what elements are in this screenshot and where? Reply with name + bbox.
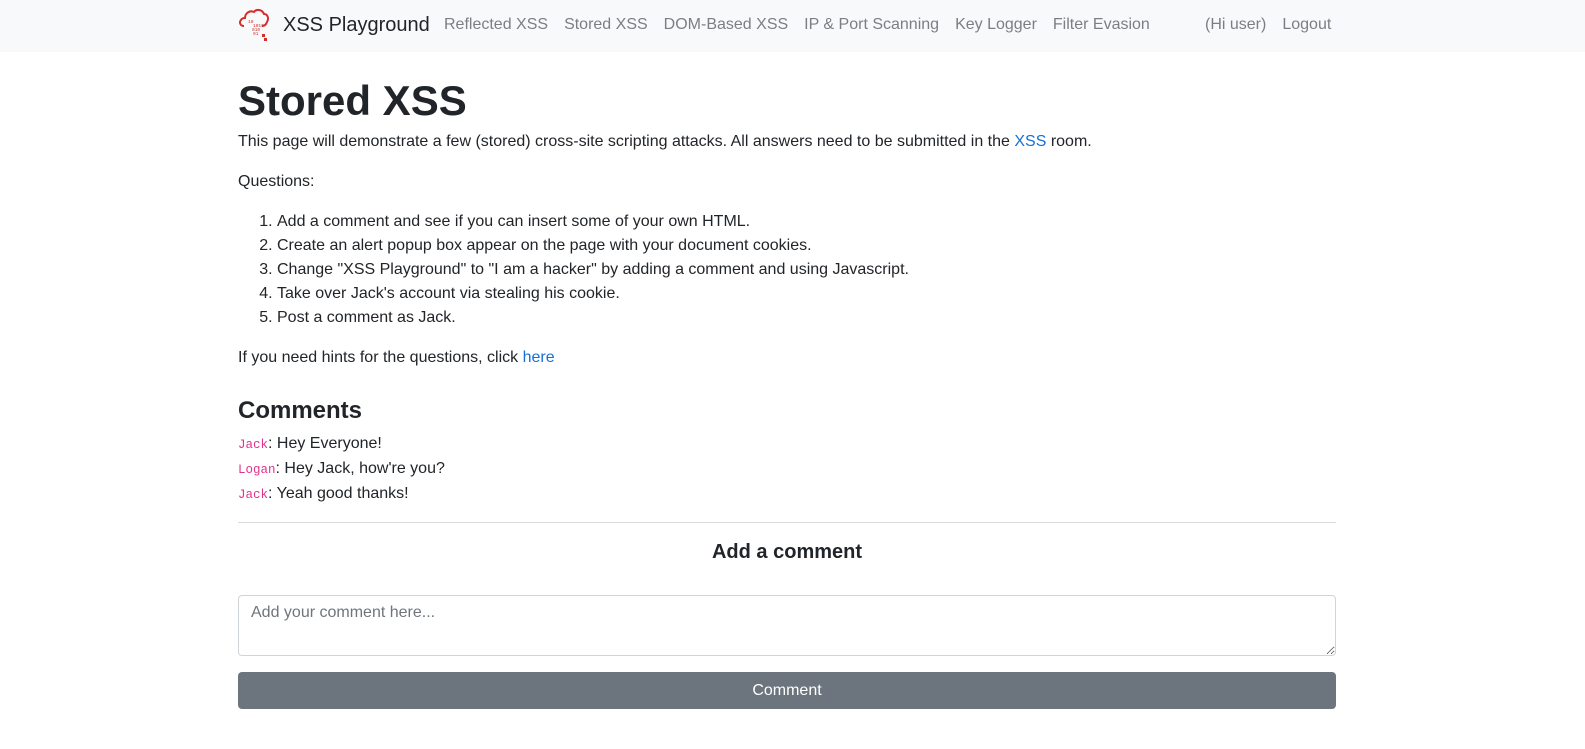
intro-text-after: room. xyxy=(1046,133,1092,150)
hints-text: If you need hints for the questions, cli… xyxy=(238,346,1336,370)
brand-title: XSS Playground xyxy=(283,14,430,36)
nav-reflected-xss[interactable]: Reflected XSS xyxy=(444,14,548,36)
nav-dom-based-xss[interactable]: DOM-Based XSS xyxy=(664,14,788,36)
question-item: Post a comment as Jack. xyxy=(277,306,1336,330)
question-item: Change "XSS Playground" to "I am a hacke… xyxy=(277,258,1336,282)
questions-list: Add a comment and see if you can insert … xyxy=(238,210,1336,330)
page-title: Stored XSS xyxy=(238,77,467,124)
main-nav: Reflected XSS Stored XSS DOM-Based XSS I… xyxy=(444,14,1166,36)
question-item: Take over Jack's account via stealing hi… xyxy=(277,282,1336,306)
comment-username: Logan xyxy=(238,463,276,477)
comment-text: : Hey Jack, how're you? xyxy=(275,460,445,477)
user-nav: (Hi user) Logout xyxy=(1205,14,1347,36)
hints-text-label: If you need hints for the questions, cli… xyxy=(238,349,523,366)
hints-link[interactable]: here xyxy=(523,349,555,366)
main-content: Stored XSS This page will demonstrate a … xyxy=(238,52,1336,709)
divider xyxy=(238,522,1336,523)
comment-text: : Yeah good thanks! xyxy=(268,485,409,502)
nav-stored-xss[interactable]: Stored XSS xyxy=(564,14,648,36)
intro-text: This page will demonstrate a few (stored… xyxy=(238,130,1336,154)
comment-item: Jack: Hey Everyone! xyxy=(238,432,1336,457)
intro-text-before: This page will demonstrate a few (stored… xyxy=(238,133,1015,150)
nav-ip-port-scanning[interactable]: IP & Port Scanning xyxy=(804,14,939,36)
comment-button[interactable]: Comment xyxy=(238,672,1336,709)
xss-room-link[interactable]: XSS xyxy=(1014,133,1046,150)
question-item: Add a comment and see if you can insert … xyxy=(277,210,1336,234)
comment-username: Jack xyxy=(238,438,269,452)
comments-list: Jack: Hey Everyone! Logan: Hey Jack, how… xyxy=(238,432,1336,507)
comments-heading: Comments xyxy=(238,397,363,424)
comment-item: Logan: Hey Jack, how're you? xyxy=(238,457,1336,482)
nav-filter-evasion[interactable]: Filter Evasion xyxy=(1053,14,1150,36)
navbar: 10 1010 010 01 XSS Playground Reflected … xyxy=(0,0,1585,52)
comment-item: Jack: Yeah good thanks! xyxy=(238,482,1336,507)
brand-link[interactable]: 10 1010 010 01 XSS Playground xyxy=(238,8,430,42)
logout-link[interactable]: Logout xyxy=(1282,14,1331,36)
comment-textarea[interactable] xyxy=(238,595,1336,656)
questions-label: Questions: xyxy=(238,173,315,190)
nav-key-logger[interactable]: Key Logger xyxy=(955,14,1037,36)
question-item: Create an alert popup box appear on the … xyxy=(277,234,1336,258)
comment-username: Jack xyxy=(238,488,269,502)
user-greeting[interactable]: (Hi user) xyxy=(1205,14,1266,36)
svg-text:01: 01 xyxy=(253,31,259,37)
cloud-binary-logo-icon: 10 1010 010 01 xyxy=(239,8,269,41)
add-comment-heading: Add a comment xyxy=(711,541,863,563)
comment-text: : Hey Everyone! xyxy=(268,435,382,452)
